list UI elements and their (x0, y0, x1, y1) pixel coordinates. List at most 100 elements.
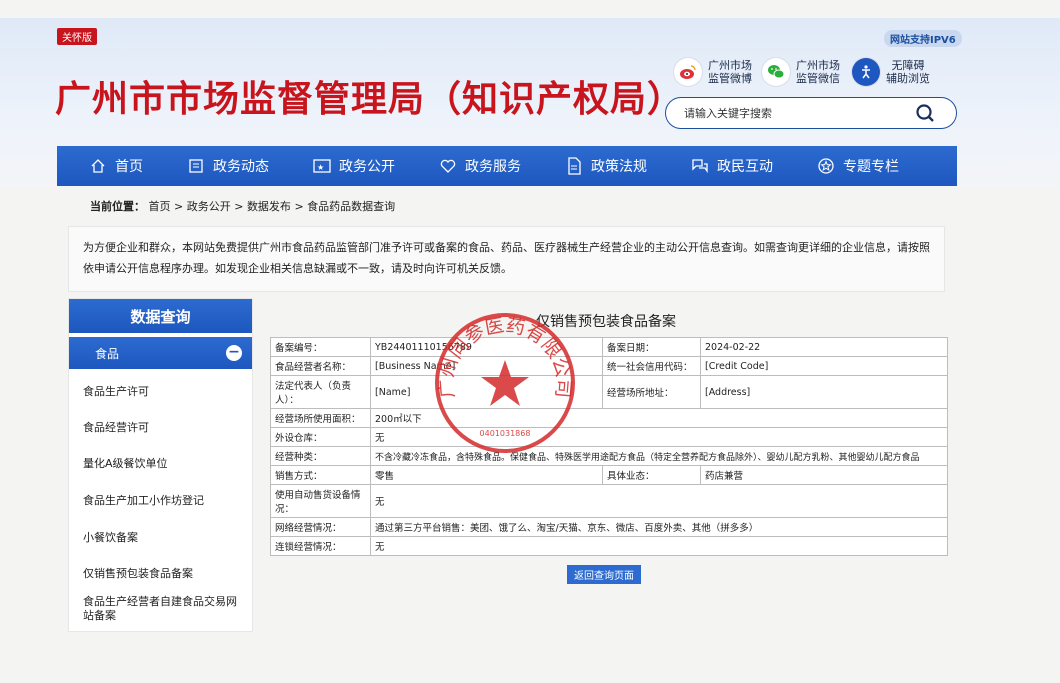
home-icon (89, 157, 107, 175)
breadcrumb-item-query[interactable]: 食品药品数据查询 (307, 200, 395, 213)
document-icon (565, 157, 583, 175)
field-label: 经营场所地址： (602, 375, 701, 409)
accessibility-label-2: 辅助浏览 (886, 72, 930, 85)
nav-label: 首页 (115, 159, 143, 175)
notice-text: 为方便企业和群众，本网站免费提供广州市食品药品监管部门准予许可或备案的食品、药品… (68, 226, 945, 292)
breadcrumb-separator: > (294, 200, 304, 213)
accessibility-icon (852, 58, 880, 86)
field-label: 经营种类： (270, 446, 371, 466)
search-box (665, 97, 957, 129)
field-label: 经营场所使用面积： (270, 408, 371, 428)
sidebar-item-label: 食品 (95, 346, 120, 361)
vending-machine: 无 (370, 484, 948, 518)
external-warehouse: 无 (370, 427, 948, 447)
chain-operation: 无 (370, 536, 948, 556)
weibo-label-1: 广州市场 (708, 59, 752, 72)
weibo-label-2: 监管微博 (708, 72, 752, 85)
record-table: 备案编号： YB24401110156789 备案日期： 2024-02-22 … (270, 337, 948, 556)
breadcrumb-separator: > (174, 200, 184, 213)
nav-item-special[interactable]: 专题专栏 (773, 156, 899, 176)
field-label: 网络经营情况： (270, 517, 371, 537)
breadcrumb-item-data[interactable]: 数据发布 (247, 200, 291, 213)
nav-label: 政策法规 (591, 159, 647, 175)
return-button[interactable]: 返回查询页面 (567, 565, 641, 584)
field-label: 具体业态： (602, 465, 701, 485)
nav-label: 政民互动 (717, 159, 773, 175)
table-row: 网络经营情况： 通过第三方平台销售：美团、饿了么、淘宝/天猫、京东、微店、百度外… (270, 517, 948, 537)
nav-item-home[interactable]: 首页 (57, 156, 143, 176)
nav-item-open[interactable]: ★ 政务公开 (269, 156, 395, 176)
site-header: 关怀版 网站支持IPV6 广州市市场监督管理局（知识产权局） 广州市场 监管微博 … (0, 18, 1060, 188)
sidebar: 数据查询 食品 − 食品生产许可 食品经营许可 量化A级餐饮单位 食品生产加工小… (68, 298, 253, 632)
sidebar-item-workshop[interactable]: 食品生产加工小作坊登记 (69, 481, 252, 519)
filing-date: 2024-02-22 (700, 337, 948, 357)
ipv6-badge: 网站支持IPV6 (884, 30, 962, 47)
breadcrumb-item-home[interactable]: 首页 (149, 200, 171, 213)
field-label: 法定代表人（负责人）： (270, 375, 371, 409)
wechat-label-2: 监管微信 (796, 72, 840, 85)
sidebar-item-a-level-catering[interactable]: 量化A级餐饮单位 (69, 445, 252, 481)
breadcrumb-separator: > (234, 200, 244, 213)
table-row: 经营场所使用面积： 200㎡以下 (270, 408, 948, 428)
weibo-icon (674, 58, 702, 86)
table-row: 法定代表人（负责人）： [Name] 经营场所地址： [Address] (270, 375, 948, 409)
open-icon: ★ (313, 157, 331, 175)
wechat-label-1: 广州市场 (796, 59, 840, 72)
field-label: 外设仓库： (270, 427, 371, 447)
table-row: 使用自动售货设备情况： 无 (270, 484, 948, 518)
accessibility-label-1: 无障碍 (891, 59, 925, 72)
sales-mode: 零售 (370, 465, 603, 485)
field-label: 备案日期： (602, 337, 701, 357)
main-nav: 首页 政务动态 ★ 政务公开 政务服务 政策法规 政民互动 专题专栏 (57, 146, 957, 186)
field-label: 使用自动售货设备情况： (270, 484, 371, 518)
breadcrumb: 当前位置： 首页 > 政务公开 > 数据发布 > 食品药品数据查询 (90, 198, 395, 214)
business-scope: 不含冷藏冷冻食品，含特殊食品。保健食品、特殊医学用途配方食品（特定全营养配方食品… (370, 446, 948, 466)
field-label: 连锁经营情况： (270, 536, 371, 556)
table-row: 连锁经营情况： 无 (270, 536, 948, 556)
search-icon[interactable] (914, 102, 936, 124)
table-row: 食品经营者名称： [Business Name] 统一社会信用代码： [Cred… (270, 356, 948, 376)
business-area: 200㎡以下 (370, 408, 948, 428)
site-title[interactable]: 广州市市场监督管理局（知识产权局） (55, 70, 684, 122)
search-input[interactable] (684, 104, 904, 122)
sidebar-item-prepackaged[interactable]: 仅销售预包装食品备案 (69, 555, 252, 591)
legal-representative: [Name] (370, 375, 603, 409)
sidebar-item-small-catering[interactable]: 小餐饮备案 (69, 519, 252, 555)
field-label: 统一社会信用代码： (602, 356, 701, 376)
news-icon (187, 157, 205, 175)
nav-item-news[interactable]: 政务动态 (143, 156, 269, 176)
wechat-link[interactable]: 广州市场 监管微信 (762, 58, 840, 86)
breadcrumb-item-open[interactable]: 政务公开 (187, 200, 231, 213)
field-label: 备案编号： (270, 337, 371, 357)
online-sales: 通过第三方平台销售：美团、饿了么、淘宝/天猫、京东、微店、百度外卖、其他（拼多多… (370, 517, 948, 537)
table-row: 销售方式： 零售 具体业态： 药店兼营 (270, 465, 948, 485)
sidebar-item-production-license[interactable]: 食品生产许可 (69, 373, 252, 409)
nav-item-service[interactable]: 政务服务 (395, 156, 521, 176)
field-label: 食品经营者名称： (270, 356, 371, 376)
care-version-badge[interactable]: 关怀版 (57, 28, 97, 45)
nav-label: 政务服务 (465, 159, 521, 175)
operator-name: [Business Name] (370, 356, 603, 376)
credit-code: [Credit Code] (700, 356, 948, 376)
sidebar-title: 数据查询 (69, 299, 252, 333)
record-title: 仅销售预包装食品备案 (536, 314, 676, 330)
nav-item-interaction[interactable]: 政民互动 (647, 156, 773, 176)
nav-label: 政务动态 (213, 159, 269, 175)
weibo-link[interactable]: 广州市场 监管微博 (674, 58, 752, 86)
nav-label: 政务公开 (339, 159, 395, 175)
sidebar-item-online-platform[interactable]: 食品生产经营者自建食品交易网站备案 (69, 591, 252, 627)
table-row: 外设仓库： 无 (270, 427, 948, 447)
sidebar-item-operation-license[interactable]: 食品经营许可 (69, 409, 252, 445)
table-row: 经营种类： 不含冷藏冷冻食品，含特殊食品。保健食品、特殊医学用途配方食品（特定全… (270, 446, 948, 466)
svg-text:★: ★ (317, 163, 324, 172)
nav-item-policy[interactable]: 政策法规 (521, 156, 647, 176)
field-label: 销售方式： (270, 465, 371, 485)
accessibility-link[interactable]: 无障碍 辅助浏览 (852, 58, 930, 86)
breadcrumb-prefix: 当前位置： (90, 200, 145, 213)
table-row: 备案编号： YB24401110156789 备案日期： 2024-02-22 (270, 337, 948, 357)
business-address: [Address] (700, 375, 948, 409)
sidebar-item-food[interactable]: 食品 − (69, 337, 252, 369)
nav-label: 专题专栏 (843, 159, 899, 175)
collapse-icon[interactable]: − (226, 345, 242, 361)
filing-number: YB24401110156789 (370, 337, 603, 357)
